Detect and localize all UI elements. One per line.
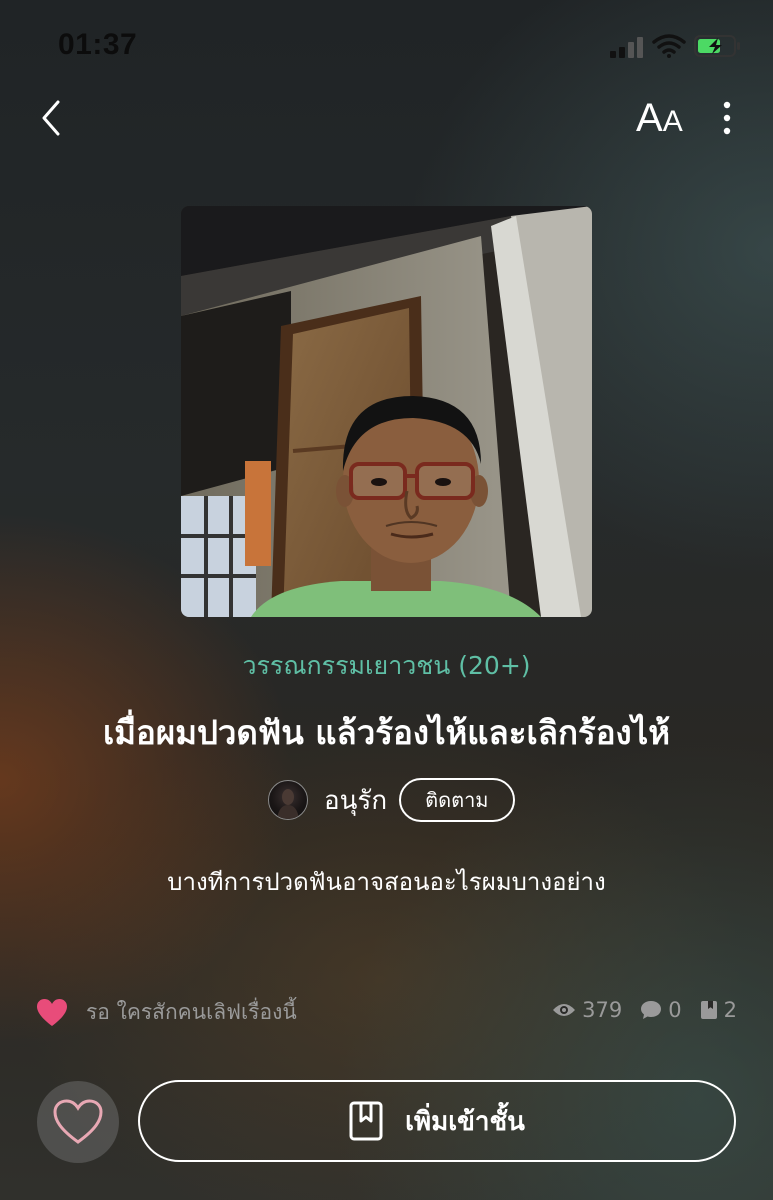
- story-title: เมื่อผมปวดฟัน แล้วร้องไห้และเลิกร้องไห้: [103, 713, 670, 752]
- author-row: อนุรัก ติดตาม: [268, 776, 515, 824]
- author-avatar[interactable]: [268, 780, 308, 820]
- story-stats: 379 0 2: [534, 998, 737, 1022]
- battery-charging-icon: [694, 35, 740, 57]
- follow-button-label: ติดตาม: [425, 788, 489, 812]
- add-to-library-button[interactable]: เพิ่มเข้าชั้น: [138, 1080, 736, 1162]
- heart-outline-icon: [53, 1099, 103, 1144]
- follow-button[interactable]: ติดตาม: [399, 778, 515, 822]
- book-icon: [700, 1001, 717, 1019]
- bookmark-book-icon: [349, 1101, 383, 1141]
- comments-stat: 0: [640, 998, 682, 1022]
- story-cover-image: [181, 206, 592, 617]
- status-time: 01:37: [58, 28, 138, 61]
- chapters-stat: 2: [700, 998, 737, 1022]
- font-size-button[interactable]: AA: [636, 96, 690, 140]
- font-size-label-small: A: [662, 105, 683, 138]
- status-bar: 01:37: [0, 0, 773, 90]
- font-size-label-big: A: [636, 96, 663, 140]
- comments-count: 0: [668, 998, 682, 1022]
- more-options-icon[interactable]: [712, 100, 742, 136]
- like-info: รอ ใครสักคนเลิฟเรื่องนี้: [36, 996, 297, 1029]
- wifi-icon: [652, 34, 686, 58]
- like-prompt-text: รอ ใครสักคนเลิฟเรื่องนี้: [86, 1000, 297, 1024]
- story-genre[interactable]: วรรณกรรมเยาวชน (20+): [0, 646, 773, 686]
- views-count: 379: [582, 998, 623, 1022]
- comment-icon: [641, 1001, 662, 1019]
- author-name[interactable]: อนุรัก: [324, 780, 387, 821]
- cellular-signal-icon: [610, 37, 643, 58]
- add-to-library-label: เพิ่มเข้าชั้น: [405, 1106, 525, 1137]
- views-stat: 379: [552, 998, 622, 1022]
- story-synopsis: บางทีการปวดฟันอาจสอนอะไรผมบางอย่าง: [167, 868, 606, 896]
- heart-icon: [37, 998, 67, 1026]
- like-button[interactable]: [37, 1081, 119, 1163]
- eye-icon: [553, 1004, 576, 1016]
- back-button[interactable]: [36, 98, 72, 138]
- chapters-count: 2: [723, 998, 737, 1022]
